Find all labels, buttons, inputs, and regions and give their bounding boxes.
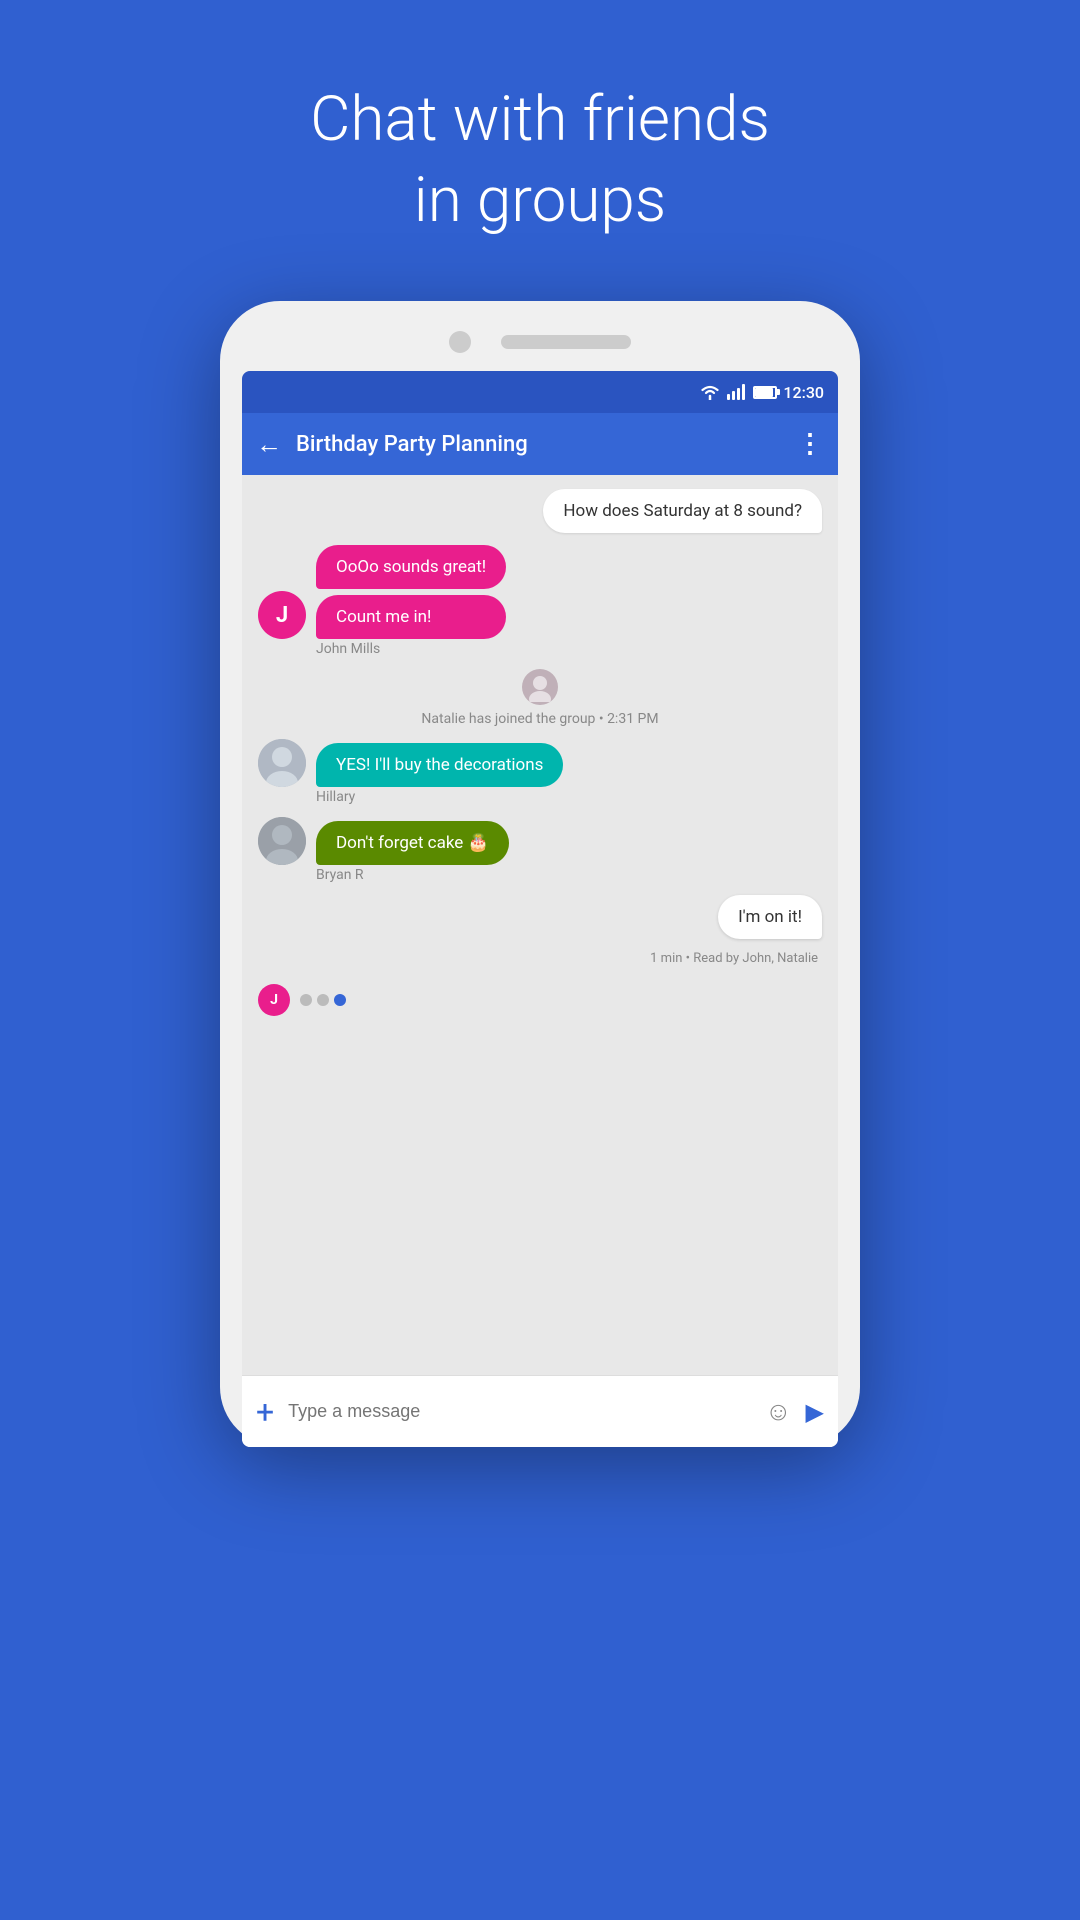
sender-john: John Mills xyxy=(316,641,822,657)
avatar-natalie-system xyxy=(522,669,558,705)
avatar-john: J xyxy=(258,591,306,639)
chat-area: How does Saturday at 8 sound? J OoOo sou… xyxy=(242,475,838,1375)
status-bar: 12:30 xyxy=(242,371,838,413)
conversation-title: Birthday Party Planning xyxy=(296,432,783,457)
typing-dots xyxy=(300,994,346,1006)
bubble-hillary: YES! I'll buy the decorations xyxy=(316,743,563,787)
speaker-slot xyxy=(501,335,631,349)
message-status: 1 min • Read by John, Natalie xyxy=(258,951,822,966)
bubbles-john: OoOo sounds great! Count me in! xyxy=(316,545,506,639)
bubble-john-2: Count me in! xyxy=(316,595,506,639)
system-text: Natalie has joined the group • 2:31 PM xyxy=(421,711,658,727)
bubble: How does Saturday at 8 sound? xyxy=(543,489,822,533)
message-group-john: J OoOo sounds great! Count me in! John M… xyxy=(258,545,822,657)
send-button[interactable]: ▶ xyxy=(806,1398,824,1426)
wifi-icon xyxy=(699,384,721,400)
avatar-hillary xyxy=(258,739,306,787)
phone-screen: 12:30 ← Birthday Party Planning ⋮ How do… xyxy=(242,371,838,1447)
message-outgoing-1: How does Saturday at 8 sound? xyxy=(258,489,822,533)
message-input[interactable] xyxy=(288,1401,751,1422)
message-bryan: Don't forget cake 🎂 Bryan R xyxy=(258,817,822,883)
bubble-imonit: I'm on it! xyxy=(718,895,822,939)
typing-avatar: J xyxy=(258,984,290,1016)
camera-dot xyxy=(449,331,471,353)
bubble-bryan: Don't forget cake 🎂 xyxy=(316,821,509,865)
back-button[interactable]: ← xyxy=(256,429,282,460)
page-title: Chat with friends in groups xyxy=(310,80,770,241)
input-bar: + ☺ ▶ xyxy=(242,1375,838,1447)
app-bar: ← Birthday Party Planning ⋮ xyxy=(242,413,838,475)
more-options-button[interactable]: ⋮ xyxy=(797,429,824,459)
status-time: 12:30 xyxy=(783,383,824,402)
status-icons: 12:30 xyxy=(699,383,824,402)
battery-icon xyxy=(753,386,777,399)
phone-mockup: 12:30 ← Birthday Party Planning ⋮ How do… xyxy=(220,301,860,1447)
sender-hillary: Hillary xyxy=(316,789,822,805)
add-button[interactable]: + xyxy=(256,1396,274,1428)
dot-3 xyxy=(334,994,346,1006)
sender-bryan: Bryan R xyxy=(316,867,822,883)
emoji-button[interactable]: ☺ xyxy=(765,1396,792,1427)
message-hillary: YES! I'll buy the decorations Hillary xyxy=(258,739,822,805)
phone-bezel xyxy=(242,331,838,353)
signal-icon xyxy=(727,384,745,400)
dot-1 xyxy=(300,994,312,1006)
avatar-bryan xyxy=(258,817,306,865)
typing-indicator: J xyxy=(258,978,822,1022)
dot-2 xyxy=(317,994,329,1006)
system-message-natalie: Natalie has joined the group • 2:31 PM xyxy=(258,669,822,727)
message-outgoing-2: I'm on it! xyxy=(258,895,822,939)
bubble-john-1: OoOo sounds great! xyxy=(316,545,506,589)
